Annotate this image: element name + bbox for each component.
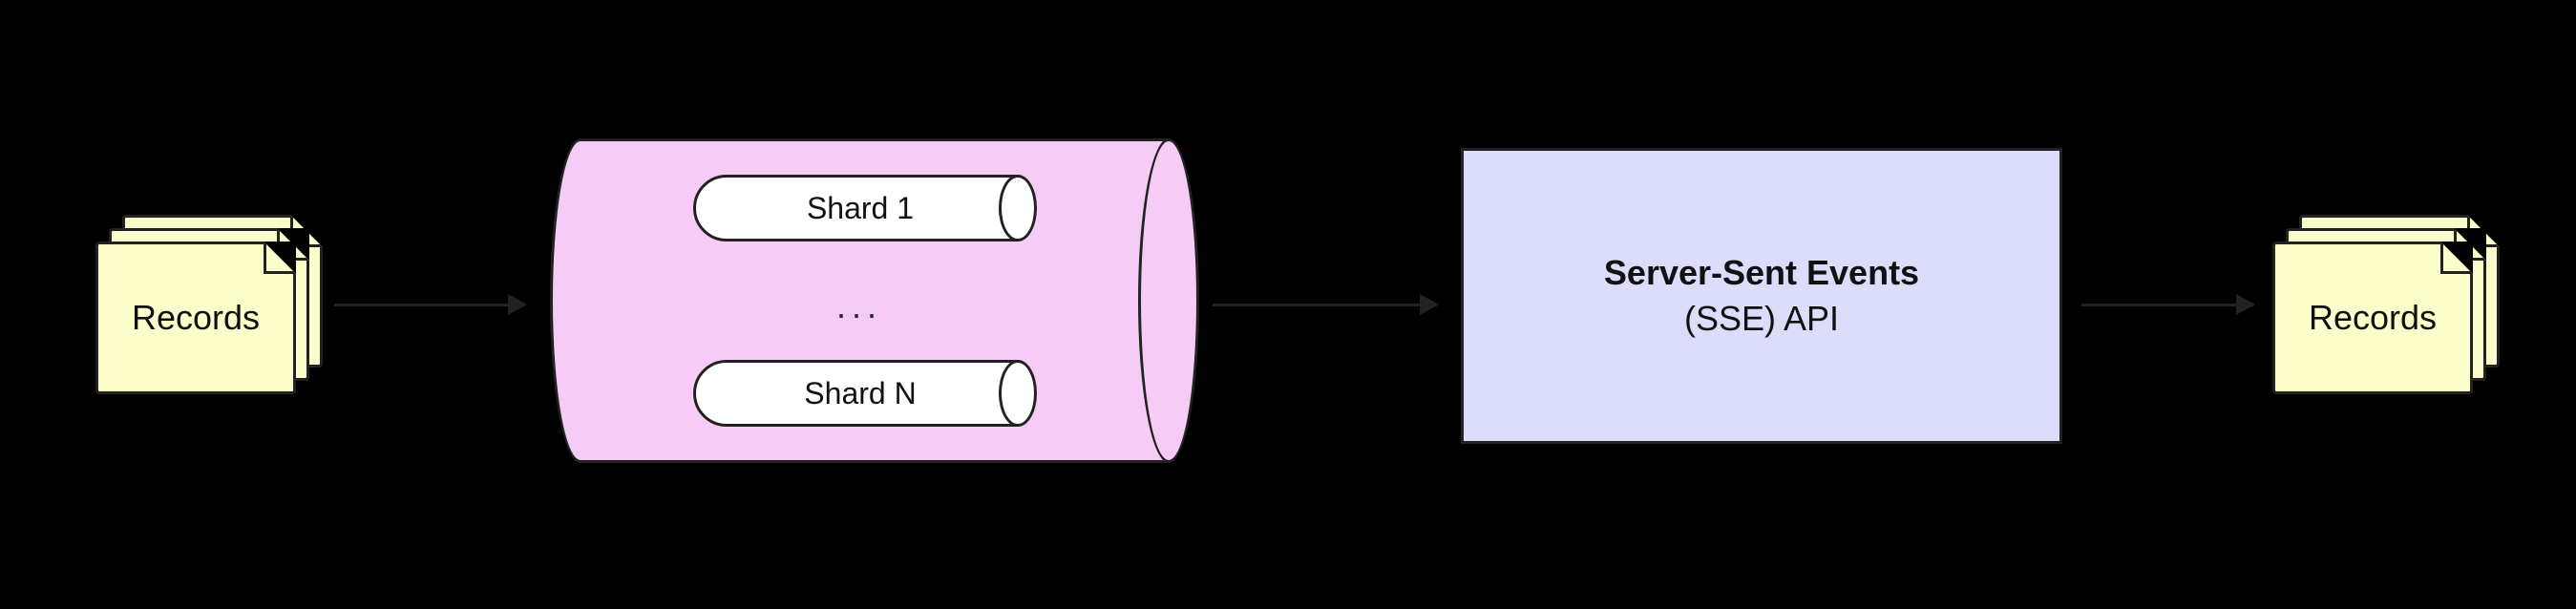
sse-subtitle: (SSE) API xyxy=(1684,299,1839,339)
arrow-icon xyxy=(1213,304,1437,306)
shard-label: Shard 1 xyxy=(693,175,1037,242)
architecture-diagram: Records Shard 1 ... Shard N Server-Sent … xyxy=(0,0,2576,609)
shard: Shard 1 xyxy=(693,175,1037,242)
shard-label: Shard N xyxy=(693,360,1037,427)
shard: Shard N xyxy=(693,360,1037,427)
arrow-icon xyxy=(2081,304,2253,306)
output-records-label: Records xyxy=(2309,298,2437,338)
output-records: Records xyxy=(2272,215,2502,396)
sse-title: Server-Sent Events xyxy=(1604,253,1919,293)
arrow-icon xyxy=(334,304,525,306)
input-records: Records xyxy=(95,215,325,396)
datastore-cylinder: Shard 1 ... Shard N xyxy=(550,138,1199,463)
ellipsis: ... xyxy=(836,286,882,326)
sse-api-box: Server-Sent Events (SSE) API xyxy=(1461,148,2062,444)
records-page-icon: Records xyxy=(95,242,296,394)
records-page-icon: Records xyxy=(2272,242,2473,394)
input-records-label: Records xyxy=(132,298,260,338)
